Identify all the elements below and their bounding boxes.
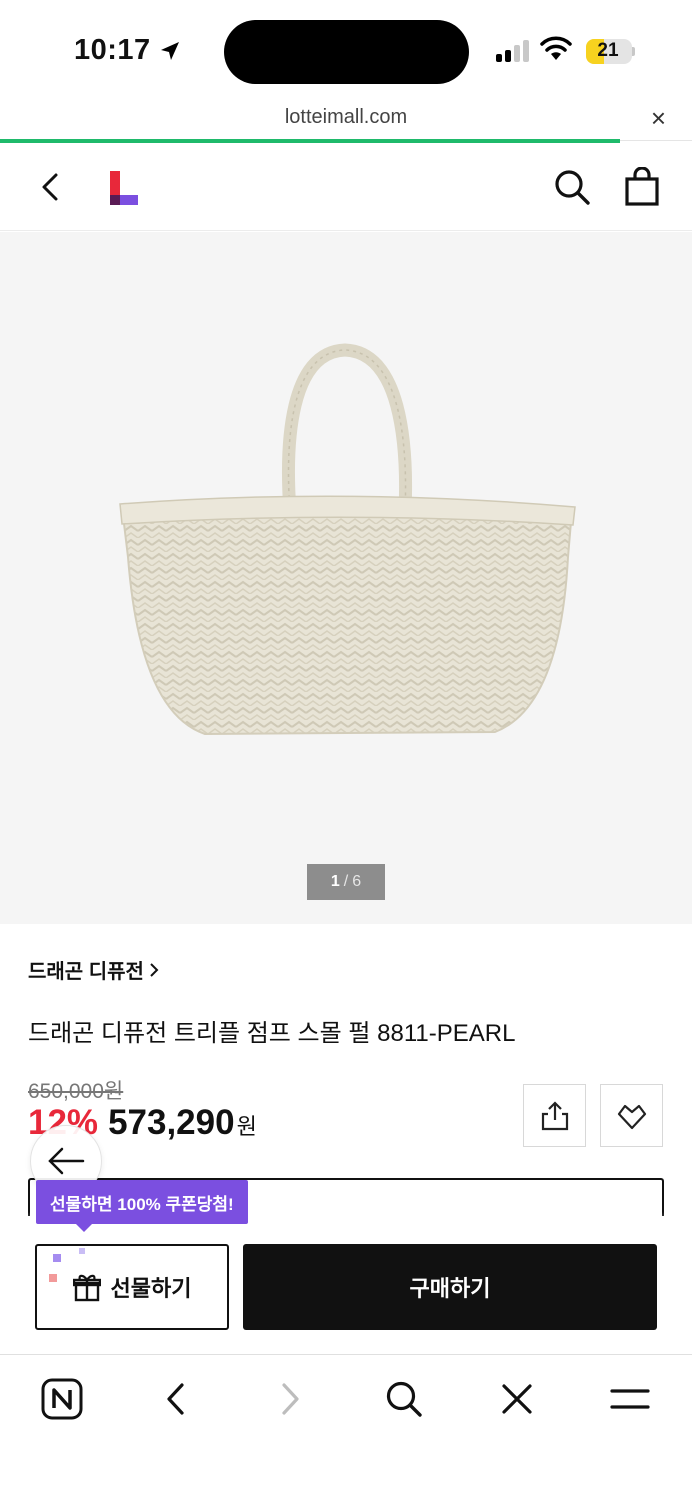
app-header — [0, 143, 692, 231]
confetti-decoration — [53, 1254, 61, 1262]
back-icon[interactable] — [34, 169, 66, 205]
search-icon[interactable] — [382, 1377, 426, 1421]
gift-coupon-tooltip: 선물하면 100% 쿠폰당첨! — [36, 1180, 248, 1232]
product-title: 드래곤 디퓨전 트리플 점프 스몰 펄 8811-PEARL — [28, 1020, 516, 1047]
menu-icon[interactable] — [608, 1377, 652, 1421]
shopping-bag-icon[interactable] — [624, 167, 660, 207]
close-tab-button[interactable]: × — [651, 105, 666, 131]
dynamic-island — [224, 20, 469, 84]
currency-unit: 원 — [236, 1114, 257, 1139]
gift-label[interactable]: 선물하기 — [111, 1271, 192, 1303]
wishlist-button[interactable] — [600, 1084, 663, 1147]
share-icon — [541, 1100, 568, 1130]
pager-current: 1 — [330, 873, 340, 890]
product-image-gallery[interactable]: 1 / 6 — [0, 232, 692, 924]
status-bar: 10:17 21 — [0, 0, 692, 100]
confetti-decoration — [79, 1248, 85, 1254]
battery-icon: 21 — [586, 39, 632, 64]
status-time: 10:17 — [74, 34, 181, 67]
pager-total: 6 — [352, 873, 362, 890]
n-icon[interactable] — [40, 1377, 84, 1421]
time-text: 10:17 — [74, 34, 151, 66]
share-button[interactable] — [523, 1084, 586, 1147]
forward-icon — [268, 1377, 312, 1421]
location-arrow-icon — [160, 41, 179, 60]
brand-name[interactable]: 드래곤 디퓨전 — [28, 955, 144, 984]
image-pager: 1 / 6 — [307, 864, 385, 900]
buy-button[interactable]: 구매하기 — [243, 1244, 657, 1330]
chevron-right-icon — [150, 962, 159, 977]
product-image[interactable] — [110, 342, 580, 762]
brand-link[interactable]: 드래곤 디퓨전 — [28, 955, 160, 984]
url-bar[interactable]: lotteimall.com × — [0, 100, 692, 140]
gift-button[interactable]: 선물하기 — [35, 1244, 229, 1330]
gift-icon — [72, 1274, 101, 1302]
wifi-icon — [540, 36, 572, 60]
cellular-signal-icon — [496, 40, 529, 62]
confetti-decoration — [49, 1274, 57, 1282]
battery-tip — [632, 47, 635, 56]
original-price: 650,000원 — [28, 1080, 124, 1103]
lotte-logo-icon[interactable] — [108, 171, 140, 207]
arrow-left-icon — [48, 1147, 85, 1175]
search-icon[interactable] — [552, 167, 592, 207]
close-icon[interactable] — [495, 1377, 539, 1421]
pager-separator: / — [343, 873, 349, 890]
sale-price: 573,290 — [108, 1103, 235, 1142]
url-text[interactable]: lotteimall.com — [0, 106, 692, 129]
browser-toolbar — [0, 1354, 692, 1500]
heart-icon — [617, 1104, 646, 1129]
back-icon[interactable] — [154, 1377, 198, 1421]
battery-level: 21 — [597, 40, 619, 61]
